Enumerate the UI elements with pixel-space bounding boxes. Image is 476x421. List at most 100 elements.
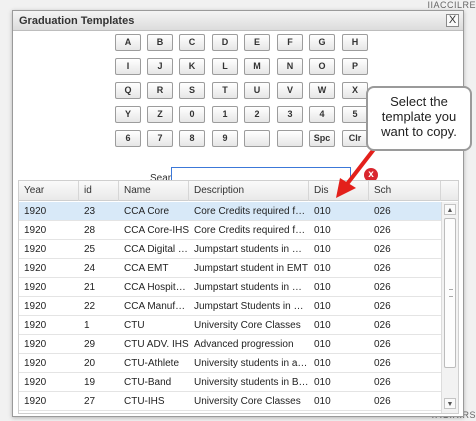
key-3[interactable]: 3 bbox=[277, 106, 303, 123]
cell-name: CTU ADV. IHS bbox=[124, 339, 189, 350]
cell-dis: 010 bbox=[314, 396, 331, 407]
key-c[interactable]: C bbox=[179, 34, 205, 51]
cell-id: 28 bbox=[84, 225, 96, 236]
key-k[interactable]: K bbox=[179, 58, 205, 75]
key-blank-4-5[interactable] bbox=[277, 130, 303, 147]
column-header-name[interactable]: Name bbox=[119, 181, 189, 201]
key-x[interactable]: X bbox=[342, 82, 368, 99]
table-row[interactable]: 1920 22 CCA Manufact... Jumpstart Students … bbox=[19, 297, 441, 316]
cell-sch: 026 bbox=[374, 244, 391, 255]
key-z[interactable]: Z bbox=[147, 106, 173, 123]
key-n[interactable]: N bbox=[277, 58, 303, 75]
cell-year: 1920 bbox=[24, 396, 47, 407]
key-8[interactable]: 8 bbox=[179, 130, 205, 147]
cell-id: 19 bbox=[84, 377, 96, 388]
column-header-id[interactable]: id bbox=[79, 181, 119, 201]
cell-dis: 010 bbox=[314, 339, 331, 350]
key-4[interactable]: 4 bbox=[309, 106, 335, 123]
cell-year: 1920 bbox=[24, 377, 47, 388]
scrollbar-thumb[interactable] bbox=[444, 218, 456, 368]
key-5[interactable]: 5 bbox=[342, 106, 368, 123]
key-b[interactable]: B bbox=[147, 34, 173, 51]
column-header-description[interactable]: Description bbox=[189, 181, 309, 201]
table-row[interactable]: 1920 19 CTU-Band University students in Ban… bbox=[19, 373, 441, 392]
key-a[interactable]: A bbox=[115, 34, 141, 51]
scroll-up-arrow-icon[interactable]: ▲ bbox=[444, 204, 456, 215]
scrollbar-grip-icon bbox=[449, 289, 453, 297]
key-1[interactable]: 1 bbox=[212, 106, 238, 123]
table-row[interactable]: 192018JS- BandJumpstart student in band0… bbox=[19, 411, 441, 413]
cell-name: CCA Manufact... bbox=[124, 301, 189, 312]
close-icon[interactable]: X bbox=[446, 14, 459, 27]
cell-description: Core Credits required for J... bbox=[194, 206, 309, 217]
cell-sch: 026 bbox=[374, 301, 391, 312]
key-p[interactable]: P bbox=[342, 58, 368, 75]
table-row[interactable]: 1920 29 CTU ADV. IHS Advanced progression 01… bbox=[19, 335, 441, 354]
table-row[interactable]: 1920 27 CTU-IHS University Core Classes 010 0… bbox=[19, 392, 441, 411]
instruction-callout: Select the template you want to copy. bbox=[366, 86, 472, 151]
key-h[interactable]: H bbox=[342, 34, 368, 51]
table-row[interactable]: 1920 21 CCA Hospitality Jumpstart students … bbox=[19, 278, 441, 297]
cell-sch: 026 bbox=[374, 206, 391, 217]
key-g[interactable]: G bbox=[309, 34, 335, 51]
cell-sch: 026 bbox=[374, 320, 391, 331]
cell-id: 1 bbox=[84, 320, 90, 331]
cell-sch: 026 bbox=[374, 225, 391, 236]
key-2[interactable]: 2 bbox=[244, 106, 270, 123]
cell-description: Jumpstart students in Hosp... bbox=[194, 282, 309, 293]
cell-description: University Core Classes bbox=[194, 320, 301, 331]
table-row[interactable]: 1920 24 CCA EMT Jumpstart student in EMT 010… bbox=[19, 259, 441, 278]
cell-year: 1920 bbox=[24, 282, 47, 293]
cell-description: University students in a sport bbox=[194, 358, 309, 369]
key-o[interactable]: O bbox=[309, 58, 335, 75]
table-row[interactable]: 1920 1 CTU University Core Classes 010 026 bbox=[19, 316, 441, 335]
cell-description: Jumpstart Students in Man... bbox=[194, 301, 309, 312]
key-e[interactable]: E bbox=[244, 34, 270, 51]
key-l[interactable]: L bbox=[212, 58, 238, 75]
key-v[interactable]: V bbox=[277, 82, 303, 99]
cell-sch: 026 bbox=[374, 377, 391, 388]
cell-year: 1920 bbox=[24, 358, 47, 369]
cell-name: CTU-Band bbox=[124, 377, 172, 388]
vertical-scrollbar[interactable]: ▲ ▼ bbox=[441, 202, 458, 413]
cell-name: CCA Hospitality bbox=[124, 282, 189, 293]
cell-name: CCA Core bbox=[124, 206, 170, 217]
key-r[interactable]: R bbox=[147, 82, 173, 99]
key-s[interactable]: S bbox=[179, 82, 205, 99]
cell-id: 29 bbox=[84, 339, 96, 350]
column-header-year[interactable]: Year bbox=[19, 181, 79, 201]
cell-year: 1920 bbox=[24, 244, 47, 255]
cell-id: 23 bbox=[84, 206, 96, 217]
key-0[interactable]: 0 bbox=[179, 106, 205, 123]
cell-year: 1920 bbox=[24, 206, 47, 217]
scroll-down-arrow-icon[interactable]: ▼ bbox=[444, 398, 456, 409]
cell-id: 22 bbox=[84, 301, 96, 312]
key-7[interactable]: 7 bbox=[147, 130, 173, 147]
cell-dis: 010 bbox=[314, 301, 331, 312]
key-q[interactable]: Q bbox=[115, 82, 141, 99]
cell-dis: 010 bbox=[314, 206, 331, 217]
key-m[interactable]: M bbox=[244, 58, 270, 75]
cell-sch: 026 bbox=[374, 358, 391, 369]
key-j[interactable]: J bbox=[147, 58, 173, 75]
cell-id: 20 bbox=[84, 358, 96, 369]
key-f[interactable]: F bbox=[277, 34, 303, 51]
key-6[interactable]: 6 bbox=[115, 130, 141, 147]
key-y[interactable]: Y bbox=[115, 106, 141, 123]
key-t[interactable]: T bbox=[212, 82, 238, 99]
cell-dis: 010 bbox=[314, 282, 331, 293]
cell-year: 1920 bbox=[24, 225, 47, 236]
cell-year: 1920 bbox=[24, 339, 47, 350]
cell-name: JS- Band bbox=[119, 411, 189, 413]
table-row[interactable]: 1920 25 CCA Digital Me... Jumpstart student… bbox=[19, 240, 441, 259]
table-row[interactable]: 1920 20 CTU-Athlete University students in … bbox=[19, 354, 441, 373]
key-9[interactable]: 9 bbox=[212, 130, 238, 147]
table-row[interactable]: 1920 23 CCA Core Core Credits required for … bbox=[19, 202, 441, 221]
key-d[interactable]: D bbox=[212, 34, 238, 51]
dialog-title-bar[interactable]: Graduation Templates X bbox=[13, 11, 463, 31]
table-row[interactable]: 1920 28 CCA Core-IHS Core Credits required … bbox=[19, 221, 441, 240]
key-i[interactable]: I bbox=[115, 58, 141, 75]
key-blank-4-4[interactable] bbox=[244, 130, 270, 147]
key-u[interactable]: U bbox=[244, 82, 270, 99]
key-w[interactable]: W bbox=[309, 82, 335, 99]
